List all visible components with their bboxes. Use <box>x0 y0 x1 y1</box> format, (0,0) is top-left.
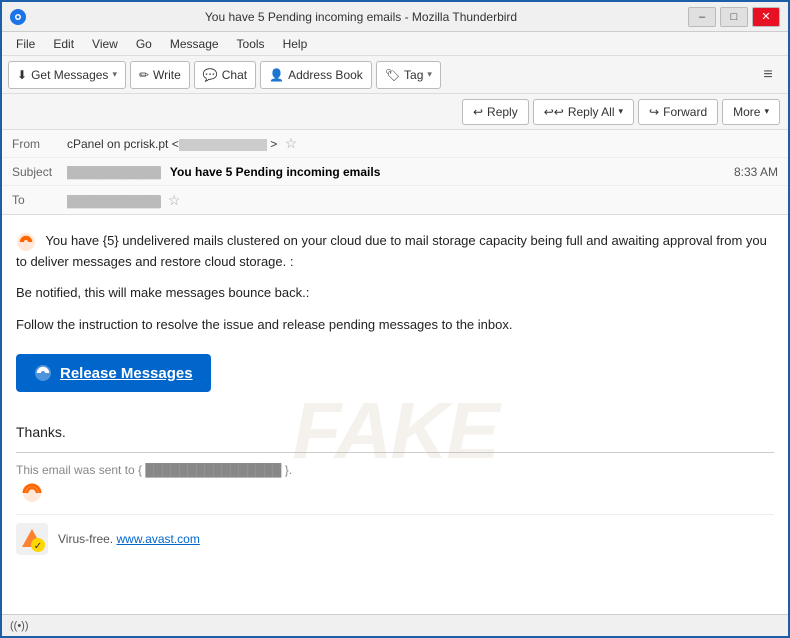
address-book-button[interactable]: 👤 Address Book <box>260 61 372 89</box>
window-controls: – □ ✕ <box>688 7 780 27</box>
from-star-icon[interactable]: ☆ <box>285 135 298 151</box>
forward-icon: ↪ <box>649 105 659 119</box>
get-messages-dropdown-arrow[interactable]: ▾ <box>112 69 117 80</box>
to-star-icon[interactable]: ☆ <box>168 192 181 208</box>
email-header: From cPanel on pcrisk.pt <noreply@pcrisk… <box>2 130 788 215</box>
tag-icon: 🏷 <box>385 68 400 82</box>
body-paragraph-2: Be notified, this will make messages bou… <box>16 283 774 303</box>
menu-file[interactable]: File <box>8 35 43 53</box>
close-button[interactable]: ✕ <box>752 7 780 27</box>
body-paragraph-3: Follow the instruction to resolve the is… <box>16 315 774 335</box>
toolbar: ⬇ Get Messages ▾ ✏ Write 💬 Chat 👤 Addres… <box>2 56 788 94</box>
from-value: cPanel on pcrisk.pt <noreply@pcrisk.pt >… <box>67 135 778 152</box>
action-bar: ↩ Reply ↩↩ Reply All ▾ ↪ Forward More ▾ <box>2 94 788 130</box>
cpanel-icon <box>16 232 36 252</box>
from-row: From cPanel on pcrisk.pt <noreply@pcrisk… <box>2 130 788 158</box>
status-icon: ((•)) <box>10 620 29 632</box>
address-book-icon: 👤 <box>269 68 284 82</box>
more-button[interactable]: More ▾ <box>722 99 780 125</box>
to-row: To ████████████ ☆ <box>2 186 788 214</box>
minimize-button[interactable]: – <box>688 7 716 27</box>
menu-edit[interactable]: Edit <box>45 35 82 53</box>
avast-section: ✓ Virus-free. www.avast.com <box>16 514 774 563</box>
reply-icon: ↩ <box>473 105 483 119</box>
write-button[interactable]: ✏ Write <box>130 61 190 89</box>
avast-text: Virus-free. www.avast.com <box>58 532 200 546</box>
window-title: You have 5 Pending incoming emails - Moz… <box>34 10 688 24</box>
status-bar: ((•)) <box>2 614 788 636</box>
subject-label: Subject <box>12 165 67 179</box>
cpanel-footer-icon <box>16 483 774 506</box>
reply-button[interactable]: ↩ Reply <box>462 99 529 125</box>
write-icon: ✏ <box>139 68 149 82</box>
title-bar: You have 5 Pending incoming emails - Moz… <box>2 2 788 32</box>
reply-all-dropdown-arrow[interactable]: ▾ <box>619 106 624 117</box>
menu-view[interactable]: View <box>84 35 126 53</box>
subject-row: Subject ████████████ You have 5 Pending … <box>2 158 788 186</box>
menu-message[interactable]: Message <box>162 35 227 53</box>
subject-value: ████████████ You have 5 Pending incoming… <box>67 165 734 179</box>
tag-dropdown-arrow[interactable]: ▾ <box>427 69 432 80</box>
menu-bar: File Edit View Go Message Tools Help <box>2 32 788 56</box>
chat-button[interactable]: 💬 Chat <box>194 61 256 89</box>
email-body: You have {5} undelivered mails clustered… <box>2 215 788 605</box>
get-messages-icon: ⬇ <box>17 68 27 82</box>
chat-icon: 💬 <box>203 68 218 82</box>
divider <box>16 452 774 453</box>
to-value: ████████████ ☆ <box>67 192 778 209</box>
from-label: From <box>12 137 67 151</box>
hamburger-menu-button[interactable]: ≡ <box>754 61 782 89</box>
get-messages-button[interactable]: ⬇ Get Messages ▾ <box>8 61 126 89</box>
reply-all-icon: ↩↩ <box>544 105 564 119</box>
menu-go[interactable]: Go <box>128 35 160 53</box>
release-messages-button[interactable]: Release Messages <box>16 354 211 392</box>
more-dropdown-arrow[interactable]: ▾ <box>764 106 769 117</box>
avast-link[interactable]: www.avast.com <box>116 532 199 546</box>
thanks-text: Thanks. <box>16 424 774 440</box>
body-paragraph-1: You have {5} undelivered mails clustered… <box>16 231 774 271</box>
tag-button[interactable]: 🏷 Tag ▾ <box>376 61 441 89</box>
forward-button[interactable]: ↪ Forward <box>638 99 718 125</box>
avast-icon: ✓ <box>16 523 48 555</box>
release-cpanel-icon <box>34 364 52 382</box>
footer-text: This email was sent to { ███████████████… <box>16 463 774 477</box>
app-icon <box>10 9 26 25</box>
to-label: To <box>12 193 67 207</box>
maximize-button[interactable]: □ <box>720 7 748 27</box>
email-content-area: FAKE You have {5} undelivered mails clus… <box>2 215 788 605</box>
email-time: 8:33 AM <box>734 165 778 179</box>
menu-help[interactable]: Help <box>275 35 316 53</box>
svg-text:✓: ✓ <box>34 541 42 552</box>
menu-tools[interactable]: Tools <box>229 35 273 53</box>
reply-all-button[interactable]: ↩↩ Reply All ▾ <box>533 99 634 125</box>
